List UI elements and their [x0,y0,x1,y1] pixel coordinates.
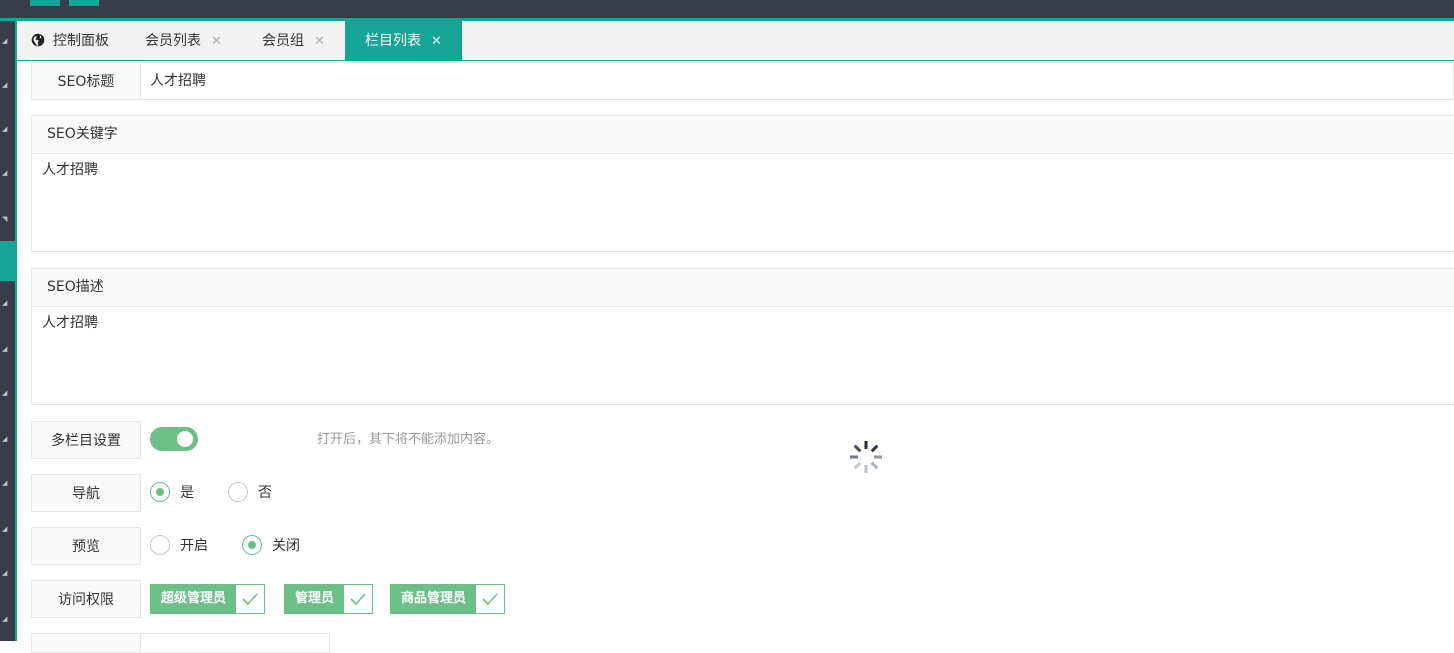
tab-label: 会员组 [262,33,304,49]
radio-label: 开启 [180,538,208,554]
close-icon[interactable]: ✕ [211,34,222,49]
caret-down-icon[interactable]: ◢ [2,436,7,443]
access-checkbox-super-admin[interactable]: 超级管理员 [150,584,266,614]
seo-title-row: SEO标题 人才招聘 [31,62,1454,100]
seo-desc-panel: SEO描述 人才招聘 [31,268,1454,405]
tab-bar: 控制面板 会员列表 ✕ 会员组 ✕ 栏目列表 ✕ [17,21,1454,61]
nav-radio-no[interactable]: 否 [228,474,272,512]
multi-category-row: 多栏目设置 打开后，其下将不能添加内容。 [31,421,731,459]
sidebar: ◢ ◢ ◢ ◢ ◥ ◢ ◢ ◢ ◢ ◢ ◢ ◢ ◢ [0,21,15,641]
multi-category-hint: 打开后，其下将不能添加内容。 [317,432,500,447]
tab-label: 控制面板 [53,33,109,49]
access-checkbox-product-admin[interactable]: 商品管理员 [390,584,506,614]
seo-desc-label: SEO描述 [32,269,1454,307]
seo-keywords-textarea[interactable]: 人才招聘 [32,154,1454,186]
access-label: 访问权限 [31,580,141,618]
radio-checked-icon [242,535,262,555]
tab-category-list[interactable]: 栏目列表 ✕ [345,21,462,61]
caret-down-icon[interactable]: ◢ [2,346,7,353]
seo-keywords-label: SEO关键字 [32,116,1454,154]
header-button[interactable] [30,0,60,6]
tab-label: 会员列表 [145,33,201,49]
checkbox-label: 商品管理员 [391,585,477,613]
next-row-input[interactable] [140,633,330,653]
access-checkbox-admin[interactable]: 管理员 [284,584,374,614]
radio-label: 是 [180,485,194,501]
caret-down-icon[interactable]: ◢ [2,38,7,45]
caret-up-icon[interactable]: ◥ [2,216,7,223]
access-row: 访问权限 超级管理员 管理员 商品管理员 [31,580,731,618]
check-icon [242,593,258,606]
form-content: SEO标题 人才招聘 SEO关键字 人才招聘 SEO描述 人才招聘 多栏目设置 … [17,61,1454,653]
tab-member-group[interactable]: 会员组 ✕ [262,21,325,61]
tab-dashboard[interactable]: 控制面板 [31,21,109,61]
caret-down-icon[interactable]: ◢ [2,390,7,397]
seo-title-label: SEO标题 [31,62,141,100]
checkbox-label: 管理员 [285,585,345,613]
preview-row: 预览 开启 关闭 [31,527,531,565]
tab-label: 栏目列表 [365,33,421,49]
preview-radio-off[interactable]: 关闭 [242,527,300,565]
nav-label: 导航 [31,474,141,512]
multi-category-label: 多栏目设置 [31,421,141,459]
radio-unchecked-icon [150,535,170,555]
caret-down-icon[interactable]: ◢ [2,526,7,533]
caret-down-icon[interactable]: ◢ [2,570,7,577]
caret-down-icon[interactable]: ◢ [2,170,7,177]
next-row-label [31,633,141,653]
radio-checked-icon [150,482,170,502]
caret-down-icon[interactable]: ◢ [2,82,7,89]
check-icon [350,593,366,606]
preview-radio-on[interactable]: 开启 [150,527,208,565]
seo-desc-textarea[interactable]: 人才招聘 [32,307,1454,339]
close-icon[interactable]: ✕ [431,34,442,49]
close-icon[interactable]: ✕ [314,34,325,49]
preview-label: 预览 [31,527,141,565]
nav-row: 导航 是 否 [31,474,531,512]
check-icon [482,593,498,606]
radio-label: 关闭 [272,538,300,554]
caret-down-icon[interactable]: ◢ [2,126,7,133]
nav-radio-yes[interactable]: 是 [150,474,194,512]
multi-category-toggle[interactable] [150,427,198,451]
checkbox-label: 超级管理员 [151,585,237,613]
seo-keywords-panel: SEO关键字 人才招聘 [31,115,1454,252]
loading-spinner-icon [850,441,882,473]
next-row-partial [31,633,331,653]
toggle-knob [177,431,193,447]
header-button[interactable] [69,0,99,6]
seo-title-input[interactable]: 人才招聘 [140,62,1454,100]
radio-label: 否 [258,485,272,501]
tab-member-list[interactable]: 会员列表 ✕ [145,21,222,61]
top-header [0,0,1454,18]
caret-down-icon[interactable]: ◢ [2,300,7,307]
caret-down-icon[interactable]: ◢ [2,480,7,487]
radio-unchecked-icon [228,482,248,502]
caret-down-icon[interactable]: ◢ [2,616,7,623]
sidebar-item-active[interactable] [0,241,15,281]
globe-icon [31,33,45,47]
